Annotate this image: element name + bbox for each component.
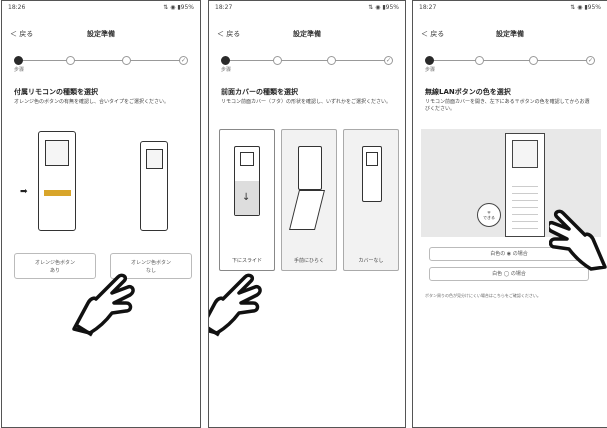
status-icons: ⇅ ◉ ▮95%: [570, 4, 601, 11]
header: ＜ 戻る 設定準備: [413, 27, 607, 41]
status-bar: 18:26 ⇅ ◉ ▮95%: [8, 4, 194, 14]
page-title: 設定準備: [496, 30, 524, 38]
step-indicator: ✓: [221, 55, 393, 67]
step-label: 步骤: [221, 67, 232, 73]
pointing-hand-icon: [72, 273, 135, 337]
option-open-front[interactable]: 手前にひらく: [281, 129, 337, 271]
step-indicator: ✓: [14, 55, 188, 67]
step-dot-done: ✓: [384, 56, 393, 65]
header: ＜ 戻る 設定準備: [209, 27, 405, 41]
help-footnote[interactable]: ボタン周りの色が見分けにくい場合はこちらをご確認ください。: [425, 293, 597, 299]
status-bar: 18:27 ⇅ ◉ ▮95%: [419, 4, 601, 14]
header: ＜ 戻る 設定準備: [2, 27, 200, 41]
step-dot-1: [221, 56, 230, 65]
remote-without-orange-illustration: [140, 141, 168, 231]
screen-1: 18:26 ⇅ ◉ ▮95% ＜ 戻る 設定準備 ✓ 步骤 付属リモコンの種類を…: [1, 0, 201, 428]
status-icons: ⇅ ◉ ▮95%: [163, 4, 194, 11]
status-icons: ⇅ ◉ ▮95%: [368, 4, 399, 11]
step-label: 步骤: [425, 67, 436, 73]
status-time: 18:26: [8, 4, 26, 11]
remote-with-orange-illustration: [38, 131, 76, 231]
screen-2: 18:27 ⇅ ◉ ▮95% ＜ 戻る 設定準備 ✓ 步骤 前面カバーの種類を選…: [208, 0, 406, 428]
section-heading: 前面カバーの種類を選択: [221, 88, 298, 96]
step-dot-done: ✓: [586, 56, 595, 65]
step-dot-3: [327, 56, 336, 65]
section-description: リモコン前面カバーを開き、左下にある〒ボタンの色を確認してからお選びください。: [425, 99, 590, 112]
page-title: 設定準備: [87, 30, 115, 38]
down-arrow-icon: ↓: [242, 192, 251, 203]
screen-3: 18:27 ⇅ ◉ ▮95% ＜ 戻る 設定準備 ✓ 步骤 無線LANボタンの色…: [412, 0, 607, 428]
pointing-hand-icon: [549, 209, 607, 271]
option-slide-down[interactable]: ↓ 下にスライド: [219, 129, 275, 271]
step-dot-2: [66, 56, 75, 65]
step-label: 步骤: [14, 67, 25, 73]
step-dot-1: [425, 56, 434, 65]
step-dot-1: [14, 56, 23, 65]
arrow-icon: ➡: [20, 187, 28, 197]
step-dot-3: [529, 56, 538, 65]
step-dot-done: ✓: [179, 56, 188, 65]
remote-illustration: [505, 133, 545, 237]
step-indicator: ✓: [425, 55, 595, 67]
step-dot-2: [273, 56, 282, 65]
status-time: 18:27: [419, 4, 437, 11]
option-no-cover[interactable]: カバーなし: [343, 129, 399, 271]
step-dot-3: [122, 56, 131, 65]
page-title: 設定準備: [293, 30, 321, 38]
step-dot-2: [475, 56, 484, 65]
status-bar: 18:27 ⇅ ◉ ▮95%: [215, 4, 399, 14]
section-heading: 付属リモコンの種類を選択: [14, 88, 98, 96]
section-description: リモコン前面カバー（フタ）の形状を確認し、いずれかをご選択ください。: [221, 99, 392, 105]
section-heading: 無線LANボタンの色を選択: [425, 88, 511, 96]
status-time: 18:27: [215, 4, 233, 11]
section-description: オレンジ色のボタンの有無を確認し、合いタイプをご選択ください。: [14, 99, 170, 105]
lan-button-zoom-icon: 〒 できる: [477, 203, 501, 227]
pointing-hand-icon: [209, 273, 262, 337]
